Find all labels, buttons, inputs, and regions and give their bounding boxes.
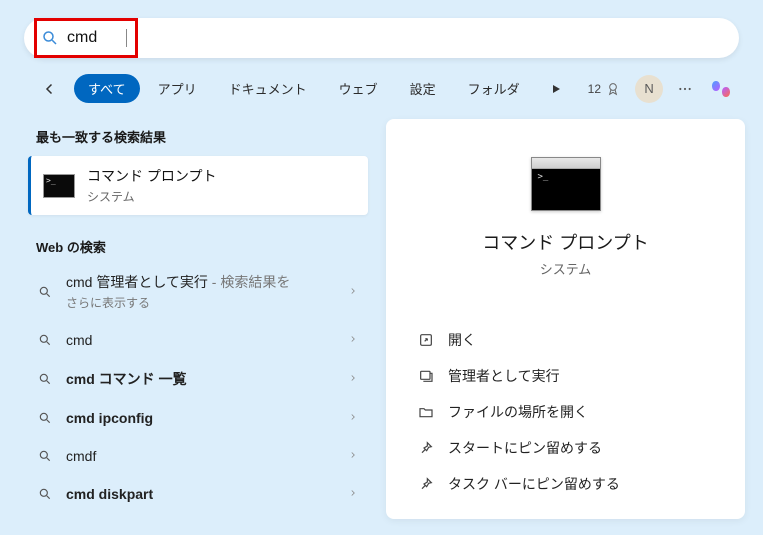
chevron-right-icon xyxy=(348,283,358,301)
web-result-secondary: - 検索結果を xyxy=(208,274,290,290)
tab-settings[interactable]: 設定 xyxy=(396,74,450,103)
chevron-right-icon xyxy=(348,370,358,388)
command-prompt-icon xyxy=(43,174,75,198)
filter-tabs: すべて アプリ ドキュメント ウェブ 設定 フォルダ 12 N xyxy=(0,70,763,113)
web-result-text: cmd ipconfig xyxy=(66,410,153,426)
action-run-admin[interactable]: 管理者として実行 xyxy=(414,358,717,394)
avatar[interactable]: N xyxy=(635,75,663,103)
search-icon xyxy=(38,487,52,501)
tab-folders[interactable]: フォルダ xyxy=(454,74,534,103)
back-button[interactable] xyxy=(36,75,64,103)
open-icon xyxy=(418,332,434,348)
action-label: タスク バーにピン留めする xyxy=(448,474,620,494)
web-result-2[interactable]: cmd コマンド 一覧 xyxy=(28,359,368,399)
search-icon xyxy=(38,333,52,347)
rewards-points: 12 xyxy=(588,82,601,96)
copilot-icon[interactable] xyxy=(707,75,735,103)
action-pin-taskbar[interactable]: タスク バーにピン留めする xyxy=(414,466,717,502)
command-prompt-icon xyxy=(531,157,601,211)
web-result-text: cmd 管理者として実行 xyxy=(66,274,208,290)
search-icon xyxy=(38,449,52,463)
action-label: 開く xyxy=(448,330,476,350)
action-open-location[interactable]: ファイルの場所を開く xyxy=(414,394,717,430)
shield-icon xyxy=(418,368,434,384)
web-result-sub: さらに表示する xyxy=(66,294,336,311)
search-bar[interactable] xyxy=(24,18,739,58)
chevron-right-icon xyxy=(348,409,358,427)
search-input[interactable] xyxy=(67,29,127,47)
web-search-header: Web の検索 xyxy=(36,237,368,256)
preview-title: コマンド プロンプト xyxy=(414,229,717,255)
tab-web[interactable]: ウェブ xyxy=(325,74,392,103)
search-icon xyxy=(38,411,52,425)
preview-subtitle: システム xyxy=(414,259,717,278)
tab-documents[interactable]: ドキュメント xyxy=(215,74,321,103)
web-result-3[interactable]: cmd ipconfig xyxy=(28,399,368,437)
preview-panel: コマンド プロンプト システム 開く 管理者として実行 ファイルの場所を開く ス… xyxy=(386,119,745,519)
action-label: スタートにピン留めする xyxy=(448,438,602,458)
medal-icon xyxy=(605,81,621,97)
web-result-text: cmd コマンド 一覧 xyxy=(66,371,187,387)
action-label: 管理者として実行 xyxy=(448,366,560,386)
best-match-header: 最も一致する検索結果 xyxy=(36,127,368,146)
more-tabs-button[interactable] xyxy=(544,83,568,95)
best-match-subtitle: システム xyxy=(87,188,216,205)
more-button[interactable] xyxy=(673,81,697,97)
chevron-right-icon xyxy=(348,485,358,503)
action-label: ファイルの場所を開く xyxy=(448,402,588,422)
web-result-0[interactable]: cmd 管理者として実行 - 検索結果をさらに表示する xyxy=(28,262,368,321)
best-match-result[interactable]: コマンド プロンプト システム xyxy=(28,156,368,215)
web-result-text: cmd xyxy=(66,332,92,348)
pin-icon xyxy=(418,476,434,492)
search-icon xyxy=(41,29,59,47)
chevron-right-icon xyxy=(348,447,358,465)
web-result-5[interactable]: cmd diskpart xyxy=(28,475,368,513)
web-result-1[interactable]: cmd xyxy=(28,321,368,359)
web-result-4[interactable]: cmdf xyxy=(28,437,368,475)
search-icon xyxy=(38,372,52,386)
search-highlight xyxy=(34,18,138,58)
tab-all[interactable]: すべて xyxy=(74,74,140,103)
web-result-text: cmdf xyxy=(66,448,96,464)
action-open[interactable]: 開く xyxy=(414,322,717,358)
folder-icon xyxy=(418,404,434,420)
web-result-text: cmd diskpart xyxy=(66,486,153,502)
rewards-indicator[interactable]: 12 xyxy=(588,81,621,97)
action-pin-start[interactable]: スタートにピン留めする xyxy=(414,430,717,466)
pin-icon xyxy=(418,440,434,456)
search-icon xyxy=(38,285,52,299)
best-match-title: コマンド プロンプト xyxy=(87,166,216,186)
chevron-right-icon xyxy=(348,331,358,349)
tab-apps[interactable]: アプリ xyxy=(144,74,211,103)
